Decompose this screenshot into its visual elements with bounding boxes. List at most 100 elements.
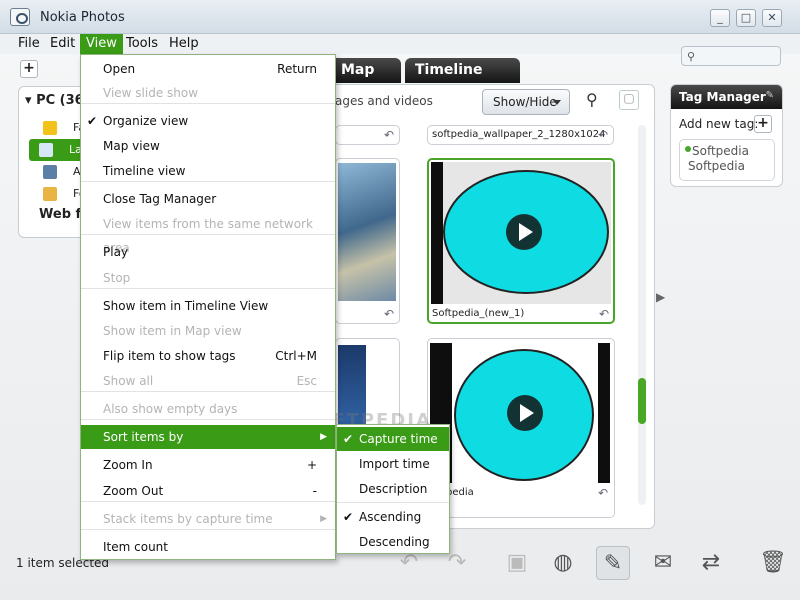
thumb-card[interactable]: softpedia_wallpaper_2_1280x1024 ↶ [427, 125, 614, 145]
view-menu-item: View items from the same network area [81, 212, 335, 255]
sort-menu-item[interactable]: Description [337, 477, 449, 501]
menu-item-label: Open [103, 62, 136, 76]
menu-edit[interactable]: Edit [44, 34, 81, 54]
video-thumbnail [442, 343, 610, 483]
play-icon[interactable] [506, 214, 542, 250]
view-menu-item[interactable]: Zoom Out - [81, 479, 335, 503]
view-menu-item: Also show empty days [81, 397, 335, 421]
scrollbar[interactable] [638, 125, 646, 505]
view-menu-item: Stop [81, 266, 335, 290]
undo-icon[interactable]: ↶ [598, 128, 608, 142]
trash-icon[interactable]: 🗑 [756, 546, 790, 580]
menu-item-label: Import time [359, 457, 430, 471]
video-card-selected[interactable]: Softpedia_(new_1) ↶ [427, 158, 615, 324]
sort-menu-item[interactable]: Descending [337, 530, 449, 554]
window-title: Nokia Photos [40, 10, 125, 25]
menu-item-label: Capture time [359, 432, 438, 446]
view-menu-item[interactable]: Item count [81, 535, 335, 559]
sort-submenu: ✔ Capture time Import time Description ✔ Asce… [336, 424, 450, 554]
rotate-icon[interactable]: ▢ [619, 90, 639, 110]
thumb-label: Softpedia_(new_1) [432, 308, 525, 319]
add-tag-button[interactable]: + [754, 115, 772, 133]
menu-item-label: Stop [103, 271, 131, 285]
menu-bar: File Edit View Tools Help [0, 34, 800, 54]
close-button[interactable]: ✕ [762, 9, 782, 27]
tab-map-label: Map [341, 62, 375, 78]
menu-item-label: Sort items by [103, 430, 184, 444]
menu-item-label: Flip item to show tags [103, 349, 236, 363]
undo-icon[interactable]: ↶ [598, 486, 608, 500]
menu-tools[interactable]: Tools [120, 34, 164, 54]
photo-card[interactable]: ↶ [335, 158, 400, 324]
photo-thumbnail [338, 163, 396, 301]
minimize-button[interactable]: _ [710, 9, 730, 27]
email-icon[interactable]: ✉ [646, 546, 680, 580]
menu-item-label: Ascending [359, 510, 422, 524]
star-icon [43, 121, 57, 135]
menu-item-label: View slide show [103, 86, 199, 100]
film-strip [431, 162, 443, 304]
view-menu-item[interactable]: Open Return [81, 57, 335, 81]
check-icon: ✔ [343, 510, 354, 524]
menu-help[interactable]: Help [163, 34, 205, 54]
tab-timeline[interactable]: Timeline [405, 58, 520, 83]
tag-line: Softpedia [692, 144, 749, 158]
view-menu-item[interactable]: Map view [81, 134, 335, 158]
video-card[interactable]: pedia ↶ [427, 338, 615, 518]
thumb-label: pedia [446, 487, 474, 498]
media-header: ages and videos [335, 94, 433, 108]
show-hide-button[interactable]: Show/Hide [482, 89, 570, 115]
menu-item-label: Show item in Map view [103, 324, 242, 338]
menu-item-label: Zoom In [103, 458, 153, 472]
sort-menu-item[interactable]: Import time [337, 452, 449, 476]
slideshow-icon[interactable]: ▣ [500, 546, 534, 580]
view-menu-item[interactable]: Flip item to show tags Ctrl+M [81, 344, 335, 368]
view-menu-item[interactable]: Close Tag Manager [81, 187, 335, 211]
chevron-right-icon[interactable]: ▶ [656, 290, 668, 312]
menu-view[interactable]: View [80, 34, 123, 54]
menu-item-shortcut: - [312, 484, 317, 498]
tag-manager-panel: Tag Manager ✎ Add new tag: + Softpedia S… [670, 84, 783, 187]
tag-dot-icon [685, 146, 691, 152]
title-bar: Nokia Photos _ □ ✕ [0, 0, 800, 34]
undo-icon[interactable]: ↶ [384, 307, 394, 321]
menu-file[interactable]: File [12, 34, 46, 54]
play-icon[interactable] [507, 395, 543, 431]
view-menu-item[interactable]: ✔ Organize view [81, 109, 335, 133]
view-menu-item[interactable]: Timeline view [81, 159, 335, 183]
menu-item-label: Show item in Timeline View [103, 299, 269, 313]
scrollbar-thumb[interactable] [638, 378, 646, 424]
view-menu-item[interactable]: Sort items by ▶ [81, 425, 335, 449]
add-button[interactable]: + [20, 60, 38, 78]
menu-item-label: Zoom Out [103, 484, 164, 498]
undo-icon[interactable]: ↶ [384, 128, 394, 142]
search-input[interactable]: ⚲ [681, 46, 781, 66]
tab-timeline-label: Timeline [415, 62, 483, 78]
sort-menu-item[interactable]: ✔ Capture time [337, 427, 449, 451]
view-menu-item: Show all Esc [81, 369, 335, 393]
menu-item-shortcut: Ctrl+M [275, 349, 317, 363]
sort-menu-item[interactable]: ✔ Ascending [337, 505, 449, 529]
view-menu-item[interactable]: Zoom In + [81, 453, 335, 477]
pc-header[interactable]: ▾ PC (36 [25, 93, 84, 108]
undo-icon[interactable]: ↶ [599, 307, 609, 321]
pin-icon[interactable]: ✎ [766, 90, 774, 101]
tab-map[interactable]: Map [325, 58, 401, 83]
folder-icon [43, 187, 57, 201]
search-icon: ⚲ [687, 50, 696, 63]
view-menu-item: Show item in Map view [81, 319, 335, 343]
zoom-icon[interactable]: ⚲ [586, 90, 598, 109]
tag-icon[interactable]: ✎ [596, 546, 630, 580]
thumb-card-partial[interactable]: ↶ [335, 125, 400, 145]
maximize-button[interactable]: □ [736, 9, 756, 27]
view-menu-item[interactable]: Show item in Timeline View [81, 294, 335, 318]
tag-item[interactable]: Softpedia Softpedia [679, 139, 775, 181]
menu-item-label: Timeline view [103, 164, 186, 178]
menu-item-label: Stack items by capture time [103, 512, 273, 526]
add-tag-label: Add new tag: [679, 117, 759, 131]
menu-item-label: Show all [103, 374, 154, 388]
menu-item-label: Description [359, 482, 428, 496]
transfer-icon[interactable]: ⇄ [694, 546, 728, 580]
view-menu-item[interactable]: Play [81, 240, 335, 264]
share-online-icon[interactable]: ◍ [546, 546, 580, 580]
